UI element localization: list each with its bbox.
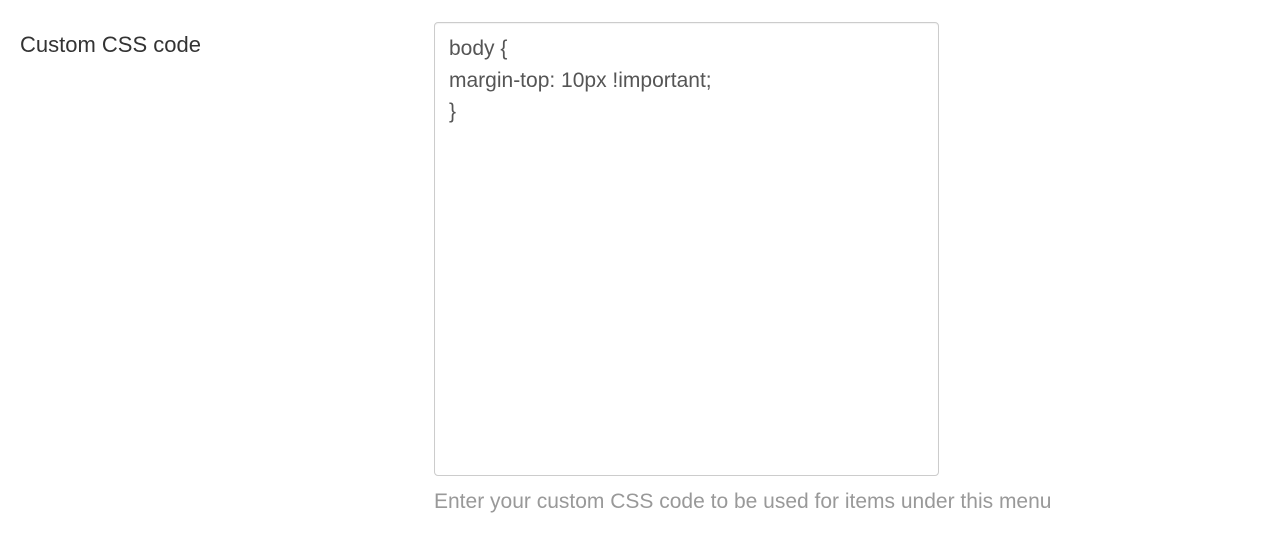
custom-css-help-text: Enter your custom CSS code to be used fo… <box>434 490 1241 514</box>
custom-css-field-wrapper: Enter your custom CSS code to be used fo… <box>434 22 1241 514</box>
custom-css-textarea[interactable] <box>434 22 939 476</box>
custom-css-form-row: Custom CSS code Enter your custom CSS co… <box>20 22 1241 514</box>
custom-css-label: Custom CSS code <box>20 22 434 58</box>
